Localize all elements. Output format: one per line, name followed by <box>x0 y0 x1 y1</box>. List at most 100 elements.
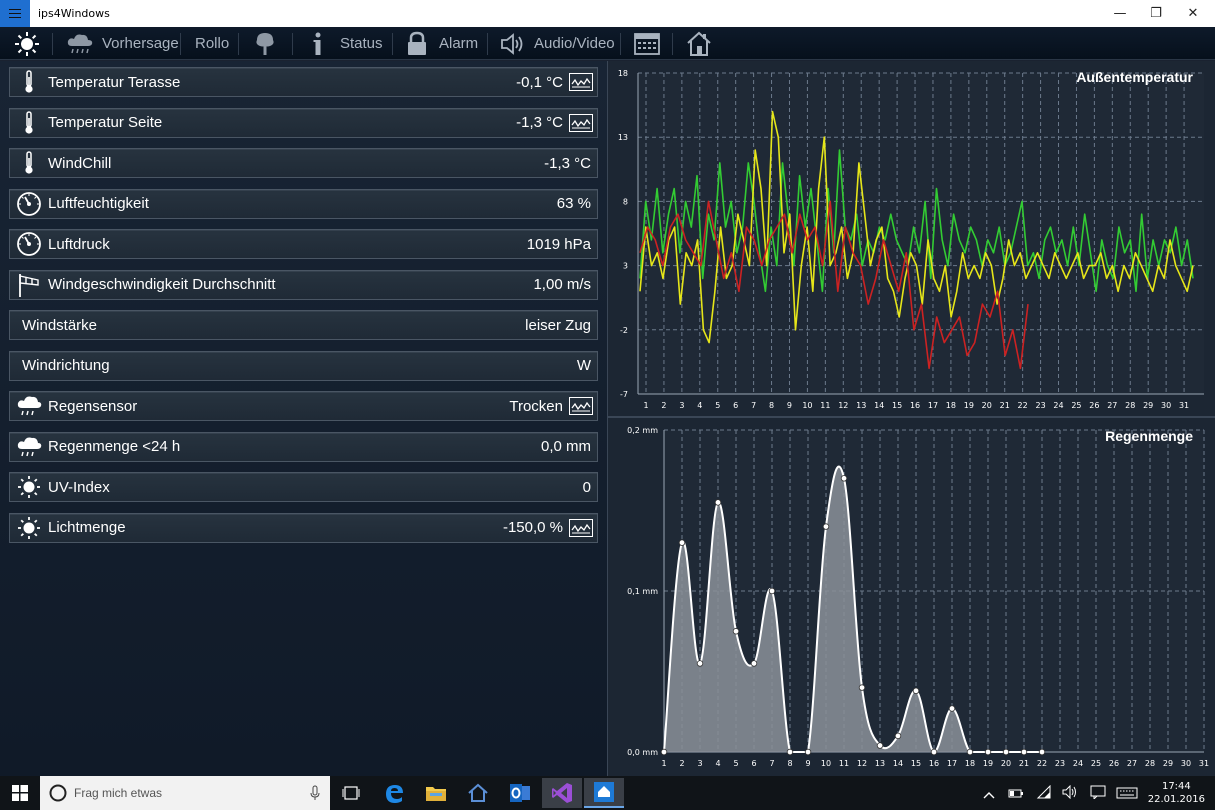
x-tick-label: 30 <box>1181 759 1191 768</box>
rain-data-point[interactable] <box>678 539 686 546</box>
rain-data-point[interactable] <box>660 748 668 756</box>
sensor-label: Luftdruck <box>48 235 110 253</box>
nav-audio-video[interactable]: Audio/Video <box>500 27 615 60</box>
rain-data-point[interactable] <box>804 748 812 756</box>
taskbar-home-app[interactable] <box>458 778 498 808</box>
rain-cloud-icon <box>67 34 93 53</box>
gauge-icon <box>10 230 48 258</box>
rain-data-point[interactable] <box>966 748 974 756</box>
keyboard-tray[interactable] <box>1116 786 1138 804</box>
rain-data-point[interactable] <box>714 499 722 506</box>
sensor-value: 0,0 mm <box>540 438 591 455</box>
taskbar-search-placeholder: Frag mich etwas <box>74 786 163 800</box>
sensor-row[interactable]: Regensensor Trocken <box>9 391 598 421</box>
rain-data-point[interactable] <box>930 748 938 756</box>
rain-data-point[interactable] <box>750 660 758 667</box>
network-tray[interactable] <box>1036 784 1052 804</box>
task-view-button[interactable] <box>331 778 371 808</box>
hamburger-icon <box>9 9 21 18</box>
rain-data-point[interactable] <box>912 687 920 695</box>
tree-icon <box>256 32 274 55</box>
sensor-row[interactable]: Luftdruck 1019 hPa <box>9 229 598 259</box>
chart-icon[interactable] <box>569 113 593 132</box>
taskbar-edge[interactable] <box>374 778 414 808</box>
rain-data-point[interactable] <box>822 523 830 530</box>
visual-studio-icon <box>552 783 572 803</box>
x-tick-label: 20 <box>1001 759 1011 768</box>
nav-status[interactable]: Status <box>308 27 383 60</box>
temperature-chart[interactable]: 181383-2-71 2 3 4 5 6 7 8 9 10 11 12 13 14 15 16 17 18 19 2… <box>608 61 1215 416</box>
sensor-row[interactable]: Regenmenge <24 h 0,0 mm <box>9 431 598 462</box>
rain-data-point[interactable] <box>840 475 848 482</box>
taskbar-search[interactable]: Frag mich etwas <box>40 776 330 810</box>
taskbar-clock[interactable]: 17:44 22.01.2016 <box>1148 780 1205 806</box>
x-tick-label: 1 <box>643 401 648 410</box>
x-tick-label: 24 <box>1073 759 1083 768</box>
nav-bar: Vorhersage Rollo Status Alarm Audio/Vide… <box>0 27 1215 60</box>
show-hidden-icons-button[interactable] <box>983 787 995 805</box>
wifi-icon <box>1036 784 1051 799</box>
rain-data-point[interactable] <box>894 732 902 740</box>
rain-data-point[interactable] <box>732 628 740 635</box>
y-tick-label: 8 <box>623 197 628 206</box>
rain-data-point[interactable] <box>768 587 776 595</box>
rain-data-point[interactable] <box>858 684 866 691</box>
rain-data-point[interactable] <box>984 748 992 756</box>
x-tick-label: 14 <box>893 759 903 768</box>
sensor-label: Windstärke <box>22 316 98 334</box>
sensor-row[interactable]: Windgeschwindigkeit Durchschnitt 1,00 m/s <box>9 269 598 300</box>
taskbar-ips4windows[interactable] <box>584 778 624 808</box>
maximize-button[interactable]: ❐ <box>1138 0 1174 27</box>
x-tick-label: 26 <box>1089 401 1099 410</box>
rain-data-point[interactable] <box>1002 748 1010 756</box>
window-title: ips4Windows <box>38 7 110 20</box>
keyboard-icon <box>1116 787 1138 799</box>
nav-garden[interactable] <box>253 27 277 60</box>
taskbar-outlook[interactable] <box>500 778 540 808</box>
taskbar-explorer[interactable] <box>416 778 456 808</box>
x-tick-label: 3 <box>679 401 684 410</box>
sensor-label: Luftfeuchtigkeit <box>48 195 149 212</box>
sensor-row[interactable]: Luftfeuchtigkeit 63 % <box>9 188 598 219</box>
windsock-icon <box>10 271 48 299</box>
nav-home[interactable] <box>686 27 712 60</box>
sensor-label: Lichtmenge <box>48 519 126 536</box>
start-button[interactable] <box>0 778 40 808</box>
thermometer-icon <box>10 149 48 177</box>
chart-icon[interactable] <box>569 73 593 91</box>
x-tick-label: 18 <box>965 759 975 768</box>
nav-alarm[interactable]: Alarm <box>405 27 478 60</box>
rain-data-point[interactable] <box>1038 748 1046 756</box>
nav-weather[interactable] <box>14 27 40 60</box>
taskbar-visual-studio[interactable] <box>542 778 582 808</box>
nav-rollo[interactable]: Rollo <box>195 27 229 60</box>
nav-audio-video-label: Audio/Video <box>534 35 615 52</box>
sensor-row[interactable]: Temperatur Seite -1,3 °C <box>9 107 598 138</box>
notifications-tray[interactable] <box>1090 785 1106 804</box>
rain-data-point[interactable] <box>786 748 794 756</box>
sensor-row[interactable]: WindChill -1,3 °C <box>9 148 598 178</box>
x-tick-label: 7 <box>751 401 756 410</box>
sensor-row[interactable]: Temperatur Terasse -0,1 °C <box>9 67 598 97</box>
minimize-button[interactable]: — <box>1102 0 1138 27</box>
sensor-row[interactable]: UV-Index 0 <box>9 472 598 502</box>
rain-data-point[interactable] <box>1020 748 1028 756</box>
rain-data-point[interactable] <box>948 705 956 712</box>
rain-data-point[interactable] <box>696 660 704 667</box>
home-app-icon <box>468 783 488 802</box>
chart-icon[interactable] <box>569 518 593 537</box>
sensor-row[interactable]: Lichtmenge -150,0 % <box>9 512 598 543</box>
x-tick-label: 13 <box>875 759 885 768</box>
volume-tray[interactable] <box>1062 784 1078 804</box>
battery-tray[interactable] <box>1008 786 1024 804</box>
rain-data-point[interactable] <box>876 742 884 749</box>
x-tick-label: 12 <box>857 759 867 768</box>
hamburger-menu-button[interactable] <box>0 0 30 27</box>
chart-icon[interactable] <box>569 397 593 415</box>
nav-calendar[interactable] <box>634 27 660 60</box>
close-button[interactable]: ✕ <box>1175 0 1211 27</box>
sensor-row[interactable]: Windrichtung W <box>9 350 598 381</box>
rain-chart[interactable]: 0,2 mm0,1 mm0,0 mm1 2 3 4 5 6 7 8 9 10 11 12 13 14 15 1… <box>608 418 1215 776</box>
nav-vorhersage[interactable]: Vorhersage <box>66 27 179 60</box>
sensor-row[interactable]: Windstärke leiser Zug <box>9 310 598 340</box>
